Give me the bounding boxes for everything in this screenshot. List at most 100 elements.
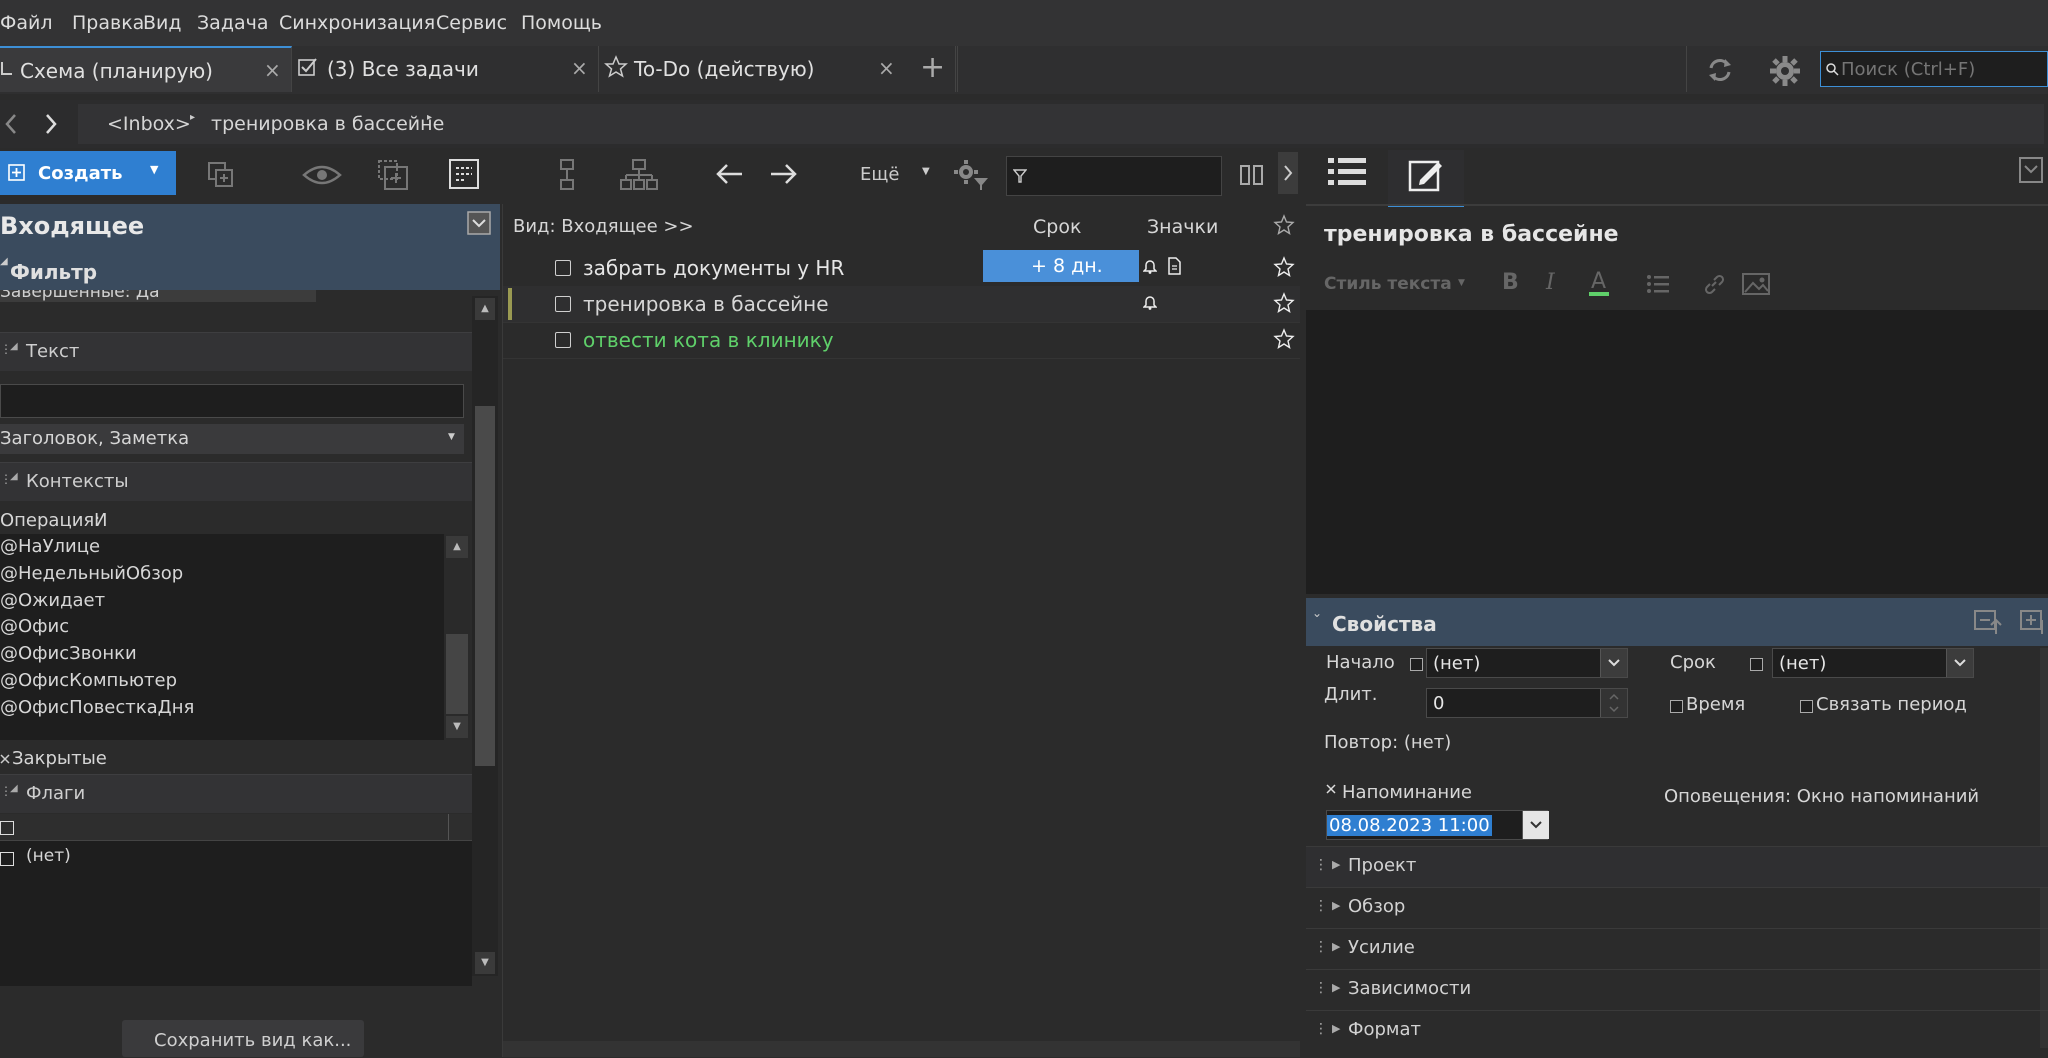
due-combo[interactable]: (нет) (1772, 648, 1974, 678)
task-title[interactable]: забрать документы у HR (583, 256, 844, 280)
section-dependencies[interactable]: ⋮ ▶ Зависимости (1306, 969, 2048, 1010)
scroll-thumb[interactable] (475, 406, 495, 766)
flags-section-header[interactable]: ⋮ ◢ Флаги (0, 774, 472, 813)
text-filter-input[interactable] (0, 384, 464, 418)
contexts-scrollbar[interactable]: ▲ ▼ (444, 534, 470, 740)
bullet-list-icon[interactable] (1646, 274, 1670, 294)
task-checkbox[interactable] (555, 332, 571, 348)
menu-task[interactable]: Задача (197, 12, 268, 34)
column-due-header[interactable]: Срок (1033, 216, 1081, 238)
context-item[interactable]: @ОфисПовесткаДня (0, 697, 194, 718)
task-row[interactable]: отвести кота в клинику (503, 322, 1300, 359)
image-icon[interactable] (1742, 272, 1770, 296)
menu-tools[interactable]: Сервис (436, 12, 507, 34)
task-row[interactable]: забрать документы у HR + 8 дн. (503, 250, 1300, 287)
task-checkbox[interactable] (555, 296, 571, 312)
collapse-panel-icon[interactable] (466, 210, 492, 236)
star-icon[interactable] (1273, 328, 1295, 350)
flags-list[interactable]: (нет) (0, 814, 472, 986)
scroll-up-icon[interactable]: ▲ (475, 298, 495, 320)
menu-sync[interactable]: Синхронизация (279, 12, 435, 34)
collapse-right-icon[interactable] (2018, 156, 2044, 184)
create-button[interactable]: Создать ▼ (0, 151, 176, 195)
context-item[interactable]: @Офис (0, 616, 69, 637)
notes-editor[interactable] (1306, 310, 2048, 594)
star-icon[interactable] (1273, 292, 1295, 314)
section-effort[interactable]: ⋮ ▶ Усилие (1306, 928, 2048, 969)
search-input[interactable] (1839, 56, 2043, 82)
context-item[interactable]: @НедельныйОбзор (0, 563, 183, 584)
arrow-right-icon[interactable] (769, 162, 799, 186)
start-checkbox[interactable] (1410, 658, 1423, 671)
section-format[interactable]: ⋮ ▶ Формат (1306, 1010, 2048, 1058)
collapse-toolbar-button[interactable] (1278, 152, 1298, 194)
context-item[interactable]: @Ожидает (0, 590, 105, 611)
task-row[interactable]: тренировка в бассейне (503, 286, 1300, 323)
more-dropdown-icon[interactable]: ▼ (922, 166, 930, 177)
duration-spinner[interactable] (1600, 689, 1627, 717)
link-period-checkbox[interactable] (1800, 700, 1813, 713)
drag-handle-icon[interactable]: ⋮ (1314, 857, 1328, 873)
horizontal-scrollbar[interactable] (503, 1041, 1300, 1057)
task-title[interactable]: отвести кота в клинику (583, 328, 834, 352)
drag-handle-icon[interactable]: ⋮ (1314, 1021, 1328, 1037)
more-button[interactable]: Ещё (860, 164, 899, 185)
filter-settings-icon[interactable] (952, 158, 990, 192)
note-dashed-icon[interactable] (448, 158, 480, 190)
reminder-datetime-combo[interactable]: 08.08.2023 11:00 (1326, 810, 1549, 840)
repeat-label[interactable]: Повтор: (нет) (1324, 732, 1451, 753)
menu-help[interactable]: Помощь (521, 12, 602, 34)
move-down-icon[interactable] (2020, 608, 2048, 636)
add-tab-button[interactable]: + (920, 50, 945, 85)
tab-close-icon[interactable]: × (264, 58, 281, 82)
text-section-header[interactable]: ⋮ ◢ Текст (0, 332, 472, 371)
left-scrollbar[interactable]: ▲ ▼ (472, 296, 498, 976)
text-style-combo[interactable]: Стиль текста (1324, 274, 1452, 294)
properties-collapse-icon[interactable]: ⌄ (1312, 606, 1322, 620)
reminder-value[interactable]: 08.08.2023 11:00 (1327, 815, 1492, 836)
task-title[interactable]: тренировка в бассейне (583, 292, 829, 316)
star-header-icon[interactable] (1273, 214, 1295, 236)
view-label[interactable]: Вид: Входящее >> (513, 216, 694, 237)
column-icons-header[interactable]: Значки (1147, 216, 1218, 238)
columns-icon[interactable] (1240, 164, 1264, 186)
create-dropdown-icon[interactable]: ▼ (150, 163, 158, 176)
text-fields-combo[interactable]: Заголовок, Заметка ▼ (0, 424, 464, 454)
scroll-down-icon[interactable]: ▼ (475, 952, 495, 974)
task-checkbox[interactable] (555, 260, 571, 276)
filter-box[interactable] (1006, 156, 1222, 196)
tab-close-icon[interactable]: × (571, 56, 588, 80)
link-icon[interactable] (1702, 272, 1726, 296)
move-up-icon[interactable] (1974, 608, 2008, 636)
list-view-icon[interactable] (1328, 154, 1366, 190)
text-color-icon[interactable]: A (1588, 268, 1610, 298)
context-item[interactable]: @ОфисЗвонки (0, 643, 137, 664)
task-detail-title[interactable]: тренировка в бассейне (1324, 222, 1619, 247)
start-combo[interactable]: (нет) (1426, 648, 1628, 678)
arrow-left-icon[interactable] (714, 162, 744, 186)
breadcrumb-inbox[interactable]: <Inbox> (107, 113, 191, 135)
menu-file[interactable]: Файл (0, 12, 53, 34)
new-subtask-icon[interactable] (206, 160, 236, 190)
italic-icon[interactable]: I (1546, 270, 1555, 295)
time-checkbox[interactable] (1670, 700, 1683, 713)
reminder-checkbox-icon[interactable] (1326, 784, 1336, 794)
operation-value[interactable]: И (94, 510, 107, 531)
scroll-up-icon[interactable]: ▲ (446, 536, 468, 558)
eye-icon[interactable] (302, 162, 342, 188)
chevron-down-icon[interactable] (1946, 649, 1973, 677)
drag-handle-icon[interactable]: ⋮ (1314, 898, 1328, 914)
alerts-label[interactable]: Оповещения: Окно напоминаний (1664, 786, 1979, 807)
flags-select-all-checkbox[interactable] (0, 821, 14, 835)
tab-scheme[interactable]: Схема (планирую) × (0, 46, 292, 92)
hierarchy-tree-icon[interactable] (620, 158, 658, 192)
context-item[interactable]: @НаУлице (0, 536, 100, 557)
breadcrumb-task[interactable]: тренировка в бассейне (211, 113, 444, 135)
flag-checkbox[interactable] (0, 852, 14, 866)
gear-icon[interactable] (1768, 54, 1802, 88)
tab-todo[interactable]: To-Do (действую) × (600, 46, 956, 92)
contexts-section-header[interactable]: ⋮ ◢ Контексты (0, 462, 472, 501)
tab-close-icon[interactable]: × (878, 56, 895, 80)
hierarchy-single-icon[interactable] (556, 158, 578, 192)
search-box[interactable] (1820, 51, 2048, 87)
